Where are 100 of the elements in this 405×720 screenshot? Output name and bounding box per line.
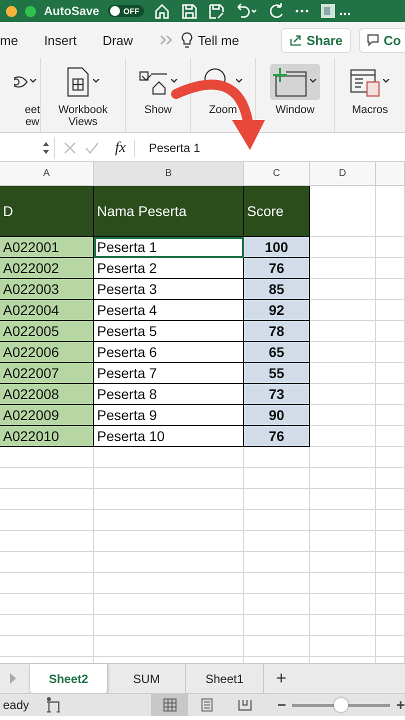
caret-icon <box>93 79 101 85</box>
empty-cell[interactable] <box>310 573 376 594</box>
empty-cell[interactable] <box>244 636 310 657</box>
zoom-dot[interactable] <box>25 6 36 16</box>
empty-cell[interactable] <box>310 615 376 636</box>
column-header[interactable]: D <box>310 162 376 186</box>
empty-cell[interactable] <box>94 489 244 510</box>
enter-icon[interactable] <box>85 141 99 155</box>
ribbon-label: Window <box>275 104 315 116</box>
table-cell: A022007 <box>0 363 94 384</box>
column-header[interactable]: B <box>94 162 244 186</box>
empty-cell[interactable] <box>94 573 244 594</box>
empty-cell[interactable] <box>310 531 376 552</box>
tell-me-field[interactable]: Tell me <box>198 32 240 48</box>
empty-cell[interactable] <box>376 342 405 363</box>
empty-cell[interactable] <box>376 405 405 426</box>
menu-tab[interactable]: me <box>0 32 28 48</box>
empty-cell[interactable] <box>310 594 376 615</box>
empty-cell[interactable] <box>376 237 405 258</box>
empty-cell[interactable] <box>0 489 94 510</box>
document-grid-icon <box>65 66 91 98</box>
table-cell: A022008 <box>0 384 94 405</box>
empty-cell[interactable] <box>376 468 405 489</box>
empty-cell[interactable] <box>376 552 405 573</box>
table-cell: 85 <box>244 279 310 300</box>
empty-cell[interactable] <box>376 510 405 531</box>
empty-cell[interactable] <box>376 636 405 657</box>
formula-field[interactable]: Peserta 1 <box>142 141 200 155</box>
empty-cell[interactable] <box>376 279 405 300</box>
menu-tab[interactable]: Draw <box>102 32 143 48</box>
empty-cell[interactable] <box>310 510 376 531</box>
sheet-tab[interactable]: Sheet2 <box>30 664 108 693</box>
function-button[interactable]: fx <box>107 140 135 156</box>
empty-cell[interactable] <box>376 426 405 447</box>
chevrons-icon[interactable] <box>158 33 175 47</box>
empty-cell[interactable] <box>0 636 94 657</box>
caret-icon <box>310 79 318 85</box>
empty-cell[interactable] <box>376 384 405 405</box>
empty-cell[interactable] <box>310 636 376 657</box>
window-icon <box>272 66 308 98</box>
empty-cell[interactable] <box>0 573 94 594</box>
save-icon[interactable] <box>180 2 198 20</box>
empty-cell[interactable] <box>244 615 310 636</box>
empty-cell[interactable] <box>376 447 405 468</box>
home-icon[interactable] <box>153 2 172 20</box>
empty-cell[interactable] <box>94 531 244 552</box>
minimize-dot[interactable] <box>6 6 17 16</box>
empty-cell[interactable] <box>376 594 405 615</box>
empty-cell[interactable] <box>376 363 405 384</box>
empty-cell[interactable] <box>244 447 310 468</box>
empty-cell[interactable] <box>310 489 376 510</box>
empty-cell[interactable] <box>376 300 405 321</box>
empty-cell[interactable] <box>376 531 405 552</box>
save-as-icon[interactable] <box>207 2 226 20</box>
empty-cell[interactable] <box>0 510 94 531</box>
empty-cell[interactable] <box>244 594 310 615</box>
empty-cell[interactable] <box>94 468 244 489</box>
empty-cell[interactable] <box>94 594 244 615</box>
empty-cell[interactable] <box>94 636 244 657</box>
add-sheet-button[interactable]: + <box>264 664 299 693</box>
empty-cell[interactable] <box>0 552 94 573</box>
empty-cell[interactable] <box>0 615 94 636</box>
view-button[interactable] <box>150 694 188 716</box>
zoom-out-button[interactable]: − <box>277 696 286 714</box>
column-header[interactable] <box>376 162 405 186</box>
empty-cell[interactable] <box>94 615 244 636</box>
slider-thumb[interactable] <box>334 698 348 712</box>
menu-tab[interactable]: Insert <box>44 32 87 48</box>
empty-cell[interactable] <box>0 447 94 468</box>
empty-cell[interactable] <box>310 552 376 573</box>
empty-cell[interactable] <box>310 468 376 489</box>
empty-cell[interactable] <box>94 510 244 531</box>
ribbon-button[interactable] <box>270 64 320 100</box>
empty-cell[interactable] <box>376 615 405 636</box>
empty-cell[interactable] <box>94 447 244 468</box>
share-button[interactable]: Share <box>280 28 351 52</box>
empty-cell[interactable] <box>0 468 94 489</box>
empty-cell[interactable] <box>376 321 405 342</box>
empty-cell[interactable] <box>244 489 310 510</box>
empty-cell[interactable] <box>376 258 405 279</box>
empty-cell[interactable] <box>244 531 310 552</box>
empty-cell[interactable] <box>94 552 244 573</box>
cancel-icon[interactable] <box>63 141 77 155</box>
redo-icon[interactable] <box>267 2 286 20</box>
empty-cell[interactable] <box>0 594 94 615</box>
autosave-toggle[interactable]: OFF <box>108 5 144 17</box>
table-cell: A022010 <box>0 426 94 447</box>
empty-cell[interactable] <box>244 552 310 573</box>
empty-cell[interactable] <box>0 531 94 552</box>
empty-cell[interactable] <box>376 489 405 510</box>
empty-cell[interactable] <box>244 468 310 489</box>
empty-cell[interactable] <box>244 510 310 531</box>
comments-button[interactable]: Co <box>358 28 405 52</box>
column-header[interactable]: A <box>0 162 94 186</box>
zoom-in-button[interactable]: + <box>396 696 405 714</box>
accessibility-icon[interactable] <box>45 696 61 714</box>
empty-cell[interactable] <box>376 573 405 594</box>
column-header[interactable]: C <box>244 162 310 186</box>
empty-cell[interactable] <box>244 573 310 594</box>
empty-cell[interactable] <box>310 447 376 468</box>
